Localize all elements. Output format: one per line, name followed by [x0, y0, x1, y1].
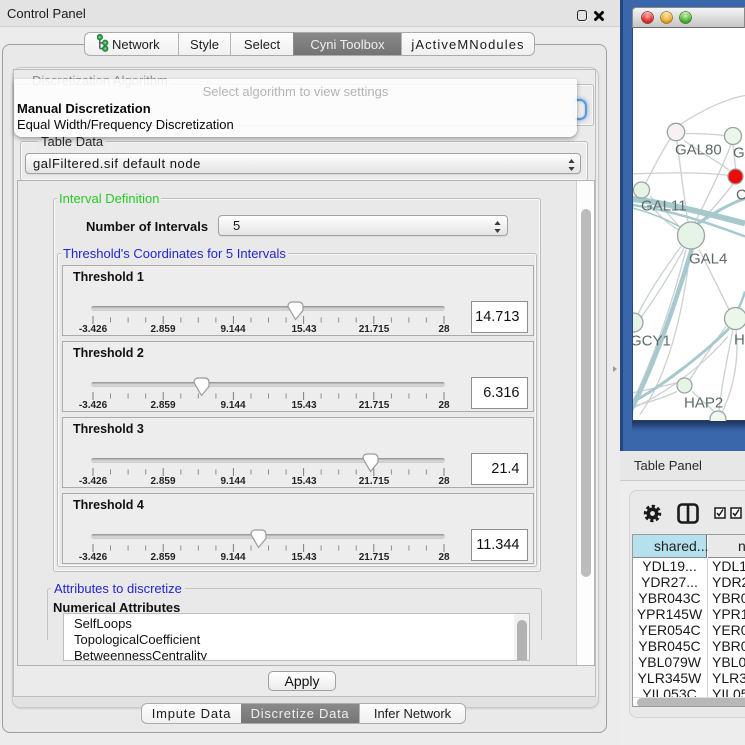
svg-text:GA: GA	[733, 144, 745, 161]
svg-text:GAL11: GAL11	[641, 197, 687, 214]
svg-text:GAL80: GAL80	[675, 141, 722, 158]
svg-text:H: H	[734, 331, 745, 348]
svg-text:HAP2: HAP2	[684, 394, 723, 411]
svg-text:GCY1: GCY1	[633, 332, 671, 349]
svg-text:GAL4: GAL4	[689, 250, 727, 267]
svg-text:C: C	[736, 186, 745, 203]
